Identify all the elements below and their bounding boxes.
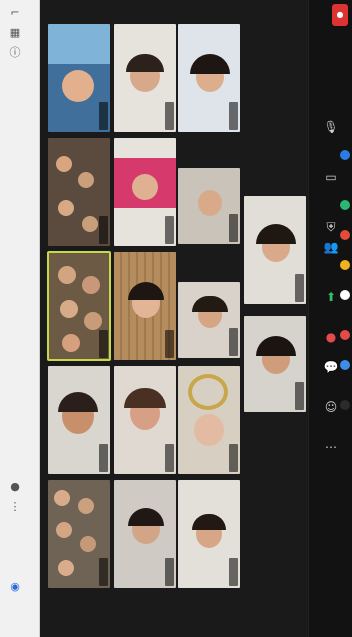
taskbar-app-icon-1[interactable]	[340, 150, 350, 160]
taskbar-app-icon-6[interactable]	[340, 330, 350, 340]
taskbar-app-icon-3[interactable]	[340, 230, 350, 240]
window-sidebar: ⌐ ▦ ⓘ ● ⋮ ◉	[0, 0, 40, 637]
window-menu-icon[interactable]: ⌐	[8, 6, 22, 20]
taskbar-app-icon-4[interactable]	[340, 260, 350, 270]
taskbar-app-icon-5[interactable]	[340, 290, 350, 300]
participant-tile-4[interactable]	[48, 138, 110, 246]
participant-tile-1[interactable]	[48, 24, 110, 132]
participant-tile-5[interactable]	[114, 138, 176, 246]
zoom-logo-icon: ◉	[10, 580, 20, 593]
participant-tile-9[interactable]	[178, 282, 240, 358]
participant-tile-14[interactable]	[114, 480, 176, 588]
taskbar-app-icon-8[interactable]	[340, 400, 350, 410]
dot-icon: ●	[10, 480, 20, 493]
participants-icon[interactable]: 👥	[315, 240, 347, 254]
participant-tile-15[interactable]	[178, 480, 240, 588]
meeting-toolbar: ● 🎙 ▭ ⛨ 👥 ⬆ ● 💬 ☺ ⋯	[308, 0, 352, 637]
more-icon[interactable]: ⋯	[315, 440, 347, 454]
participant-tile-13[interactable]	[48, 480, 110, 588]
participant-tile-2[interactable]	[114, 24, 176, 132]
participant-tile-3[interactable]	[178, 24, 240, 132]
video-icon[interactable]: ▭	[315, 170, 347, 184]
participant-tile-12[interactable]	[178, 366, 240, 474]
participant-tile-10[interactable]	[48, 366, 110, 474]
taskbar-app-icon-7[interactable]	[340, 360, 350, 370]
list-icon: ⋮	[9, 500, 21, 513]
zoom-screen: ⌐ ▦ ⓘ ● ⋮ ◉ ● 🎙 ▭ ⛨ 👥 ⬆ ● 💬 ☺ ⋯	[0, 0, 352, 637]
info-icon[interactable]: ⓘ	[8, 46, 22, 60]
participant-tile-8[interactable]	[114, 252, 176, 360]
participant-tile-6[interactable]	[178, 168, 240, 244]
participant-tile-11[interactable]	[114, 366, 176, 474]
participant-tile-16[interactable]	[244, 196, 306, 304]
grid-view-icon[interactable]: ▦	[8, 26, 22, 40]
participant-tile-17[interactable]	[244, 316, 306, 412]
taskbar-app-icon-2[interactable]	[340, 200, 350, 210]
participant-tile-7[interactable]	[47, 251, 111, 361]
end-meeting-button[interactable]: ●	[332, 4, 348, 26]
mic-icon[interactable]: 🎙	[315, 120, 347, 134]
